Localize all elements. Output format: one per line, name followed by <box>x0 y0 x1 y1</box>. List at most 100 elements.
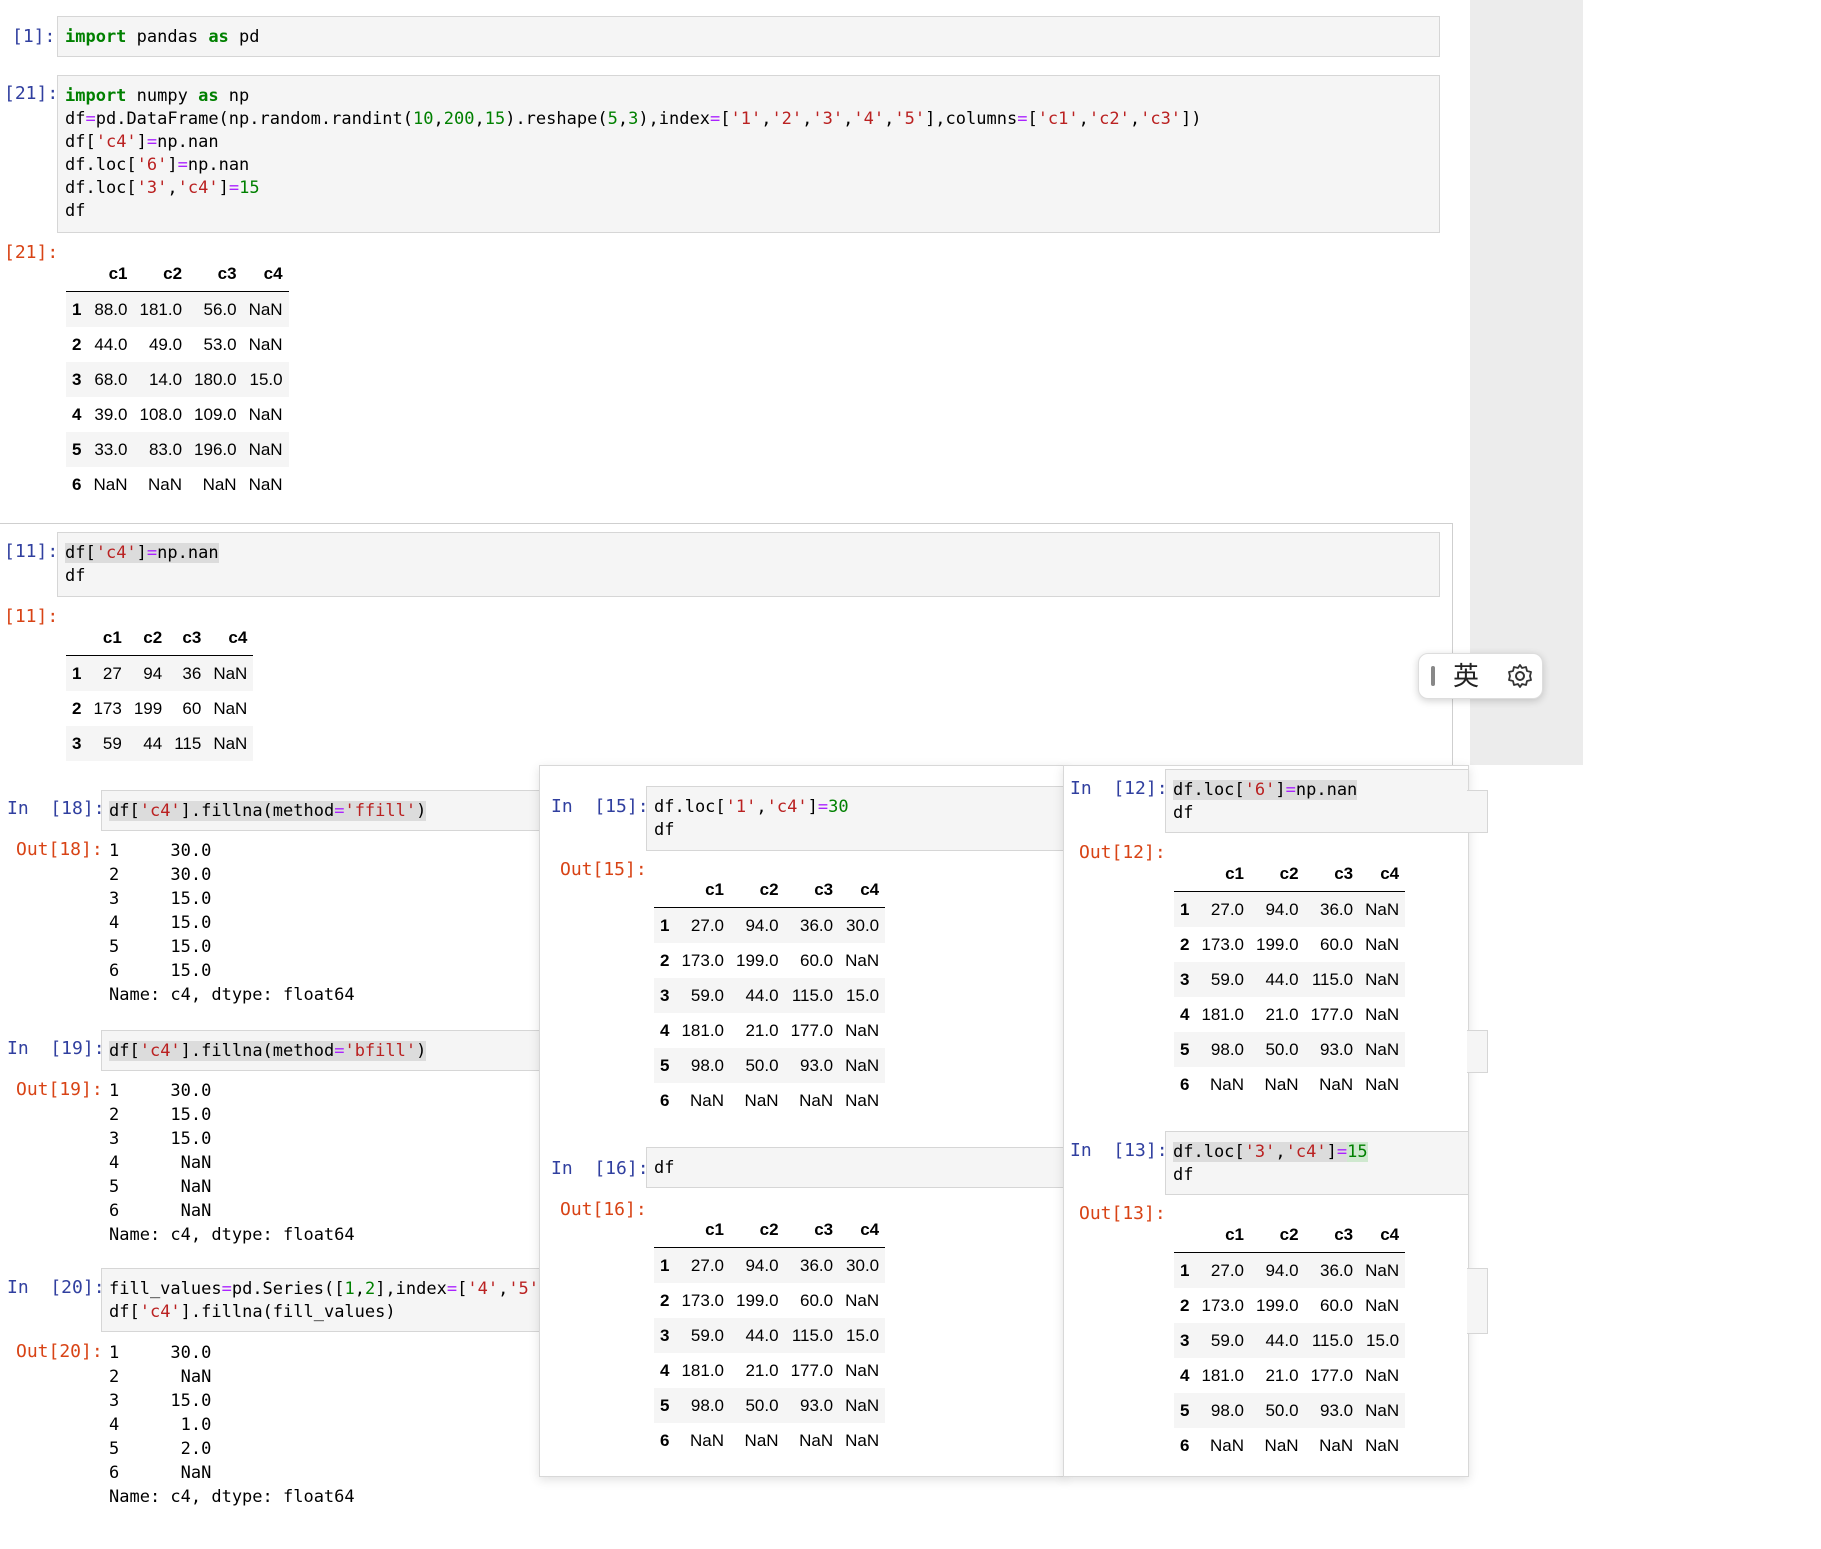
series-line: 4 NaN <box>109 1153 212 1173</box>
table-cell: NaN <box>213 698 248 718</box>
code-cell-20[interactable]: fill_values=pd.Series([1,2],index=['4','… <box>101 1268 560 1332</box>
series-output-19: 1 30.0 2 15.0 3 15.0 4 NaN 5 NaN 6 NaN Name: c… <box>109 1079 355 1247</box>
row-index: 4 <box>660 1020 670 1040</box>
input-prompt: [11]: <box>4 541 59 562</box>
input-prompt: [21]: <box>4 83 59 104</box>
table-row: 5 33.0 83.0 196.0 NaN <box>66 432 289 467</box>
code-cell-16[interactable]: df <box>646 1147 1066 1188</box>
row-index: 6 <box>660 1430 670 1450</box>
input-prompt: In [16]: <box>551 1158 649 1179</box>
code-line: df.loc['6']=np.nan <box>1173 780 1358 800</box>
table-cell: 27.0 <box>1210 899 1245 919</box>
table-cell: NaN <box>1365 899 1400 919</box>
column-header: c1 <box>87 256 134 292</box>
table-cell: 15.0 <box>1366 1330 1400 1350</box>
table-cell: NaN <box>1365 1260 1400 1280</box>
output-prompt: Out[20]: <box>16 1341 103 1362</box>
bottom-region: In [18]: df['c4'].fillna(method='ffill')… <box>0 765 1515 1549</box>
row-index: 1 <box>72 663 82 683</box>
output-prompt: [11]: <box>4 606 59 627</box>
table-cell: 59.0 <box>1210 1330 1245 1350</box>
table-cell: 21.0 <box>1265 1004 1299 1024</box>
row-index: 4 <box>1180 1365 1190 1385</box>
code-cell-12[interactable]: df.loc['6']=np.nan df <box>1165 769 1468 833</box>
table-cell: NaN <box>248 439 283 459</box>
output-prompt: Out[19]: <box>16 1079 103 1100</box>
column-header: c2 <box>127 620 169 656</box>
index-header <box>654 1212 676 1248</box>
series-output-20: 1 30.0 2 NaN 3 15.0 4 1.0 5 2.0 6 NaN Name: c4… <box>109 1341 355 1509</box>
background-codebox-edge <box>1467 1030 1488 1073</box>
code-cell-1[interactable]: import pandas as pd <box>57 16 1440 57</box>
table-cell: NaN <box>1365 934 1400 954</box>
series-line: 1 30.0 <box>109 1343 212 1363</box>
code-cell-19[interactable]: df['c4'].fillna(method='bfill') <box>101 1030 541 1071</box>
table-cell: 93.0 <box>800 1055 834 1075</box>
table-cell: 60.0 <box>1320 1295 1354 1315</box>
code-line: import pandas as pd <box>65 27 260 47</box>
table-cell: NaN <box>845 1090 880 1110</box>
output-prompt: [21]: <box>4 242 59 263</box>
series-line: 2 15.0 <box>109 1105 212 1125</box>
middle-window: In [15]: df.loc['1','c4']=30 df Out[15]:… <box>539 765 1066 1477</box>
index-header <box>66 256 88 292</box>
code-cell-15[interactable]: df.loc['1','c4']=30 df <box>646 786 1066 851</box>
code-cell-21[interactable]: import numpy as np df=pd.DataFrame(np.ra… <box>57 75 1440 233</box>
table-row: 1 88.0 181.0 56.0 NaN <box>66 291 289 327</box>
table-cell: 60.0 <box>800 1290 834 1310</box>
table-cell: 36.0 <box>800 915 834 935</box>
row-index: 2 <box>72 698 82 718</box>
table-cell: 94.0 <box>745 1255 779 1275</box>
code-line: df <box>65 201 86 221</box>
table-cell: 173.0 <box>681 950 725 970</box>
table-cell: 93.0 <box>1320 1039 1354 1059</box>
table-row: 4 181.0 21.0 177.0 NaN <box>1174 1358 1405 1393</box>
column-header: c3 <box>1304 856 1360 892</box>
table-cell: 44.0 <box>745 985 779 1005</box>
table-cell: NaN <box>690 1090 725 1110</box>
table-cell: 44.0 <box>94 334 128 354</box>
table-cell: 60.0 <box>1320 934 1354 954</box>
table-cell: 36 <box>182 663 202 683</box>
input-prompt: In [19]: <box>7 1038 105 1059</box>
table-cell: NaN <box>1264 1435 1299 1455</box>
table-cell: 21.0 <box>1265 1365 1299 1385</box>
table-cell: NaN <box>93 474 128 494</box>
row-index: 1 <box>1180 899 1190 919</box>
table-row: 3 59.0 44.0 115.0 15.0 <box>1174 1323 1406 1358</box>
series-line: 4 1.0 <box>109 1415 212 1435</box>
table-cell: NaN <box>1365 1365 1400 1385</box>
code-cell-11[interactable]: df['c4']=np.nan df <box>57 532 1440 597</box>
code-cell-13[interactable]: df.loc['3','c4']=15 df <box>1165 1131 1468 1195</box>
table-cell: NaN <box>799 1430 834 1450</box>
column-header: c4 <box>207 620 254 656</box>
table-cell: 60 <box>182 698 202 718</box>
table-cell: 173.0 <box>1201 934 1245 954</box>
table-cell: 27.0 <box>690 915 725 935</box>
table-cell: NaN <box>845 950 880 970</box>
table-row: 3 59.0 44.0 115.0 15.0 <box>654 1318 886 1353</box>
series-line: 5 NaN <box>109 1177 212 1197</box>
column-header: c4 <box>1359 1217 1406 1253</box>
table-cell: 173.0 <box>1201 1295 1245 1315</box>
column-header: c4 <box>1359 856 1406 892</box>
gear-icon[interactable] <box>1507 663 1533 694</box>
table-cell: NaN <box>1319 1074 1354 1094</box>
series-line: Name: c4, dtype: float64 <box>109 1225 355 1245</box>
table-cell: NaN <box>845 1430 880 1450</box>
table-cell: 98.0 <box>690 1055 725 1075</box>
code-cell-18[interactable]: df['c4'].fillna(method='ffill') <box>101 790 541 831</box>
table-cell: 93.0 <box>1320 1400 1354 1420</box>
cell-divider <box>0 523 1453 524</box>
table-row: 5 98.0 50.0 93.0 NaN <box>654 1388 886 1423</box>
table-row: 1 27.0 94.0 36.0 NaN <box>1174 891 1406 927</box>
column-header: c3 <box>188 256 243 292</box>
dataframe-output-12: c1 c2 c3 c4 1 27.0 94.0 36.0 NaN 2 173.0 199.0 60.0 N… <box>1174 856 1406 1102</box>
ime-toolbar[interactable]: 英 <box>1418 653 1543 699</box>
table-cell: 21.0 <box>745 1360 779 1380</box>
table-cell: NaN <box>845 1055 880 1075</box>
ime-language-toggle[interactable]: 英 <box>1453 660 1479 692</box>
background-codebox-edge <box>1467 790 1488 833</box>
table-cell: 53.0 <box>203 334 237 354</box>
drag-handle-icon[interactable] <box>1431 666 1435 686</box>
